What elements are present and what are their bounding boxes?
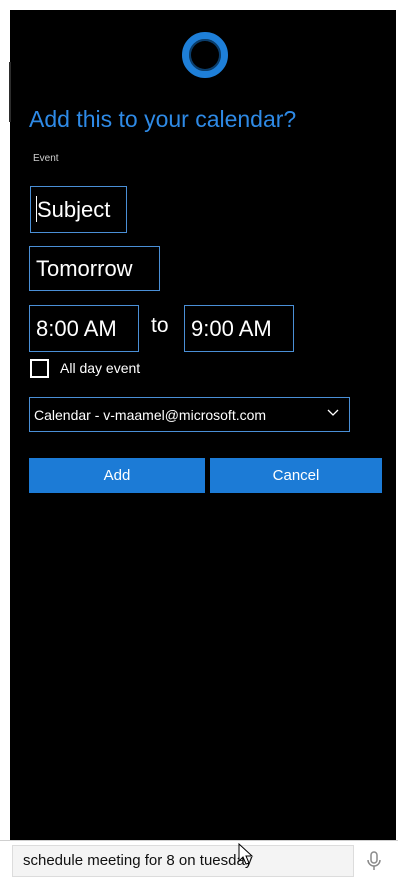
calendar-select[interactable]: Calendar - v-maamel@microsoft.com [29,397,350,432]
panel-edge-divider [9,62,11,122]
all-day-checkbox[interactable] [30,359,49,378]
date-field[interactable]: Tomorrow [29,246,160,291]
add-button[interactable]: Add [29,458,205,493]
time-range-separator: to [151,314,169,337]
end-time-field[interactable]: 9:00 AM [184,305,294,352]
event-section-label: Event [33,153,59,164]
start-time-field[interactable]: 8:00 AM [29,305,139,352]
subject-input[interactable]: Subject [30,186,127,233]
screen: Add this to your calendar? Event Subject… [0,0,398,880]
mouse-cursor-icon [238,843,254,865]
cortana-ring-icon [182,32,228,78]
calendar-selected-value: Calendar - v-maamel@microsoft.com [34,406,267,423]
text-caret [36,196,37,222]
dialog-title: Add this to your calendar? [29,106,297,132]
search-query-text[interactable]: schedule meeting for 8 on tuesday [23,852,252,869]
chevron-down-icon [327,409,339,416]
microphone-icon[interactable] [362,849,386,873]
all-day-label: All day event [60,360,141,376]
cancel-button[interactable]: Cancel [210,458,382,493]
